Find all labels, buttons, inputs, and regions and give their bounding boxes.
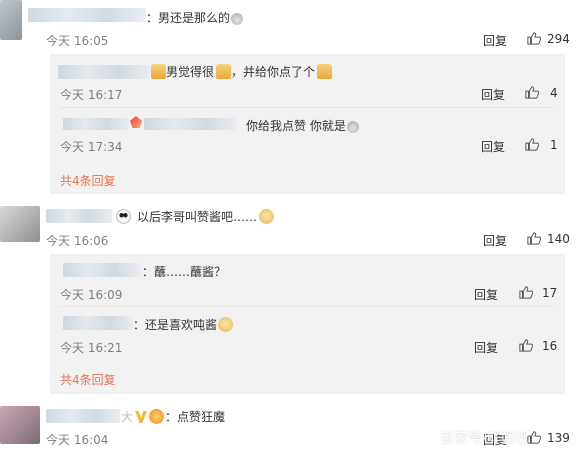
thumbs-up-emoji: [317, 64, 333, 79]
comment-time: 今天 16:05: [46, 34, 109, 48]
reply-time: 今天 16:09: [60, 288, 123, 302]
like-icon[interactable]: [519, 338, 533, 352]
reply-time: 今天 17:34: [60, 140, 123, 154]
username-suffix: 大: [121, 410, 134, 424]
divider: [60, 107, 555, 108]
reply-time: 今天 16:17: [60, 88, 123, 102]
panda-emoji: [116, 209, 131, 224]
like-icon[interactable]: [519, 285, 533, 299]
comment-time: 今天 16:06: [46, 234, 109, 248]
reply-text: ：还是喜欢吨酱: [133, 316, 234, 333]
comment-time: 今天 16:04: [46, 433, 109, 447]
username-redacted[interactable]: [144, 118, 236, 130]
watermark: 百家号/鲜娱社: [440, 431, 529, 447]
like-icon[interactable]: [527, 231, 541, 245]
avatar[interactable]: [0, 206, 40, 242]
like-count: 1: [550, 138, 558, 152]
like-count: 139: [547, 431, 570, 445]
reply-text: ：蘸……蘸酱？: [142, 265, 227, 279]
comment-text: ：男还是那么的: [146, 9, 244, 26]
comment-text: 大：点赞狂魔: [121, 409, 226, 424]
like-count: 16: [542, 339, 558, 353]
reply-text: 你给我点赞 你就是: [246, 117, 359, 134]
avatar[interactable]: [0, 0, 22, 40]
reply-button[interactable]: 回复: [481, 86, 505, 103]
thumbs-up-emoji: [216, 64, 232, 79]
like-icon[interactable]: [525, 137, 539, 151]
reply-button[interactable]: 回复: [474, 339, 498, 356]
vip-badge-icon: [135, 411, 148, 423]
view-more-replies-link[interactable]: 共4条回复: [60, 371, 116, 388]
like-icon[interactable]: [527, 430, 541, 444]
reply-text: 男觉得很 ，并给你点了个: [151, 63, 333, 80]
username-redacted[interactable]: [63, 263, 141, 277]
username-redacted[interactable]: [46, 209, 112, 223]
reply-button[interactable]: 回复: [483, 232, 507, 249]
like-count: 17: [542, 286, 558, 300]
username-redacted[interactable]: [63, 118, 129, 130]
like-icon[interactable]: [527, 31, 541, 45]
clap-emoji: [231, 13, 244, 25]
comment-text: 以后李哥叫赞酱吧……: [116, 208, 275, 225]
like-icon[interactable]: [525, 85, 539, 99]
like-count: 4: [550, 86, 558, 100]
crown-emoji: [149, 409, 165, 424]
reply-time: 今天 16:21: [60, 341, 123, 355]
reply-button[interactable]: 回复: [481, 138, 505, 155]
clap-emoji: [346, 121, 359, 133]
comment-2: 以后李哥叫赞酱吧…… 今天 16:06 回复 140 ：蘸……蘸酱？ 今天 16…: [0, 200, 578, 396]
like-count: 294: [547, 32, 570, 46]
thumbs-up-emoji: [151, 64, 166, 79]
view-more-replies-link[interactable]: 共4条回复: [60, 172, 116, 189]
doge-emoji: [218, 317, 234, 332]
username-redacted[interactable]: [28, 8, 146, 22]
comment-1: ：男还是那么的 今天 16:05 回复 294 男觉得很 ，并给你点了个 今天 1…: [0, 0, 578, 196]
divider: [60, 306, 555, 307]
reply-button[interactable]: 回复: [474, 286, 498, 303]
username-redacted[interactable]: [46, 409, 120, 423]
username-redacted[interactable]: [58, 65, 150, 79]
avatar[interactable]: [0, 406, 40, 444]
doge-emoji: [259, 209, 275, 224]
reply-button[interactable]: 回复: [483, 32, 507, 49]
like-count: 140: [547, 232, 570, 246]
username-redacted[interactable]: [63, 316, 133, 330]
